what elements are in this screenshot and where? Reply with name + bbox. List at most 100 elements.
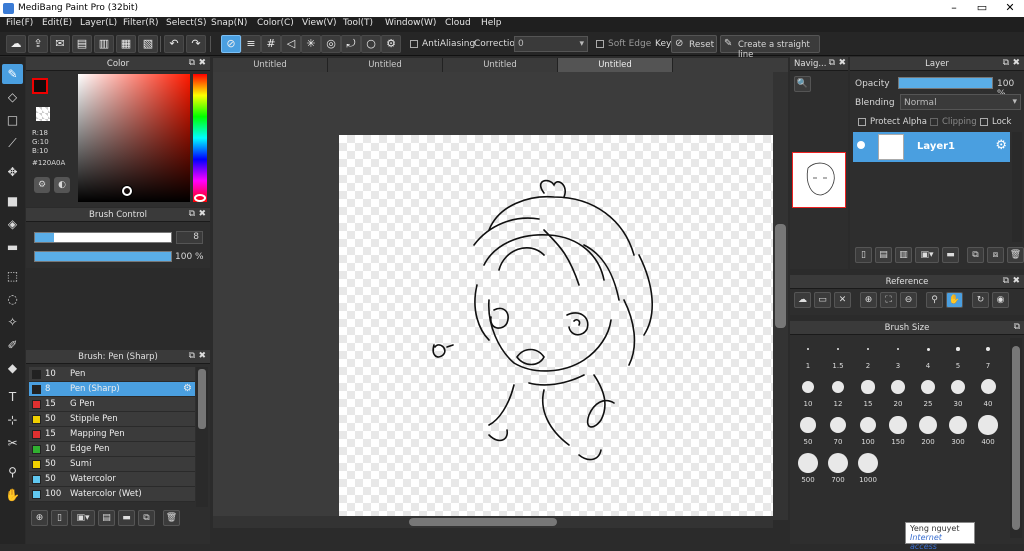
scrollbar-thumb[interactable] [198,369,206,429]
scrollbar-thumb[interactable] [775,224,786,328]
merge-layer-icon[interactable]: ⧈ [987,247,1004,263]
drawing-canvas[interactable] [339,135,773,519]
new-layer-icon[interactable]: ▯ [855,247,872,263]
hand-icon[interactable]: ✋ [946,292,963,308]
create-straight-line-button[interactable]: ✎ Create a straight line [720,35,820,60]
tab-document-2[interactable]: Untitled [328,58,443,72]
close-icon[interactable]: ✖ [838,58,846,68]
brush-size-scrollbar[interactable] [1010,338,1022,538]
curve-snap-icon[interactable]: ⤾ [341,35,361,53]
brush-size-preset[interactable]: 500 [794,452,822,486]
brush-size-preset[interactable]: 1000 [854,452,882,486]
brush-size-preset[interactable]: 20 [884,376,912,410]
brush-list-item[interactable]: 50 Watercolor [29,472,195,487]
tab-document-3[interactable]: Untitled [443,58,558,72]
brush-list-scrollbar[interactable] [196,367,208,507]
duplicate-layer-icon[interactable]: ⧉ [967,247,984,263]
menu-layer[interactable]: Layer(L) [80,18,117,28]
brush-opacity-slider[interactable] [34,251,172,262]
divide-tool-icon[interactable]: ✂ [2,433,23,453]
brush-size-preset[interactable]: 70 [824,414,852,448]
background-color-swatch[interactable] [36,107,50,121]
detach-icon[interactable]: ⧉ [189,351,195,361]
brush-size-preset[interactable]: 1.5 [824,338,852,372]
menu-snap[interactable]: Snap(N) [211,18,247,28]
brush-size-preset[interactable]: 7 [974,338,1002,372]
select-tool-icon[interactable]: ⬚ [2,266,23,286]
menu-window[interactable]: Window(W) [385,18,436,28]
select-eraser-icon[interactable]: ◆ [2,358,23,378]
tab-document-4[interactable]: Untitled [558,58,673,72]
minimize-button[interactable]: – [940,0,968,17]
redo-icon[interactable]: ↷ [186,35,206,53]
menu-filter[interactable]: Filter(R) [123,18,159,28]
brush-size-preset[interactable]: 300 [944,414,972,448]
lock-checkbox[interactable] [980,118,988,126]
layer-item[interactable]: Layer1 ⚙ [853,132,1010,162]
brush-list-item[interactable]: 15 Mapping Pen [29,427,195,442]
close-icon[interactable]: ✖ [198,58,206,68]
hue-handle[interactable] [194,194,206,202]
detach-icon[interactable]: ⧉ [1003,276,1009,286]
delete-layer-icon[interactable]: 🗑 [1007,247,1024,263]
menu-file[interactable]: File(F) [6,18,33,28]
brush-size-preset[interactable]: 200 [914,414,942,448]
radial-snap-icon[interactable]: ✳ [301,35,321,53]
dot-tool-icon[interactable]: □ [2,110,23,130]
brush-size-preset[interactable]: 50 [794,414,822,448]
brush-size-slider[interactable] [34,232,172,243]
clipping-checkbox[interactable] [930,118,938,126]
scrollbar-thumb[interactable] [1012,346,1020,530]
cloud-icon[interactable]: ☁ [6,35,26,53]
share-icon[interactable]: ⇪ [28,35,48,53]
brush-size-preset[interactable]: 400 [974,414,1002,448]
brush-settings-icon[interactable]: ▤ [98,510,115,526]
navigator-thumbnail[interactable] [792,152,846,208]
new-halftone-layer-icon[interactable]: ▤ [875,247,892,263]
new-brush-icon[interactable]: ▯ [51,510,68,526]
layer-settings-icon[interactable]: ⚙ [995,138,1007,153]
eyedropper-icon[interactable]: ⚲ [926,292,943,308]
lasso-tool-icon[interactable]: ◌ [2,289,23,309]
cloud-reference-icon[interactable]: ☁ [794,292,811,308]
reset-button[interactable]: ⊘ Reset [671,35,717,53]
undo-icon[interactable]: ↶ [164,35,184,53]
brush-size-preset[interactable]: 1 [794,338,822,372]
brush-tool-icon[interactable]: ✎ [2,64,23,84]
fill-tool-icon[interactable]: ◈ [2,214,23,234]
soft-edge-checkbox[interactable] [596,40,604,48]
close-icon[interactable]: ✖ [1012,58,1020,68]
brush-list-item[interactable]: 10 Pen [29,367,195,382]
tab-document-1[interactable]: Untitled [213,58,328,72]
color-picker-cursor[interactable] [122,186,132,196]
open-folder-icon[interactable]: ▭ [814,292,831,308]
close-icon[interactable]: ✖ [1012,276,1020,286]
hand-tool-icon[interactable]: ✋ [2,485,23,505]
move-tool-icon[interactable]: ✥ [2,162,23,182]
menu-help[interactable]: Help [481,18,502,28]
brush-size-preset[interactable]: 40 [974,376,1002,410]
cross-snap-icon[interactable]: # [261,35,281,53]
brush-list-item[interactable]: 50 Stipple Pen [29,412,195,427]
detach-icon[interactable]: ⧉ [829,58,835,68]
brush-size-preset[interactable]: 12 [824,376,852,410]
palette-icon[interactable]: ⚙ [34,177,50,193]
brush-list-item[interactable]: 8 Pen (Sharp) ⚙ [29,382,195,397]
blending-select[interactable]: Normal ▾ [900,94,1021,110]
brush-size-input[interactable]: 8 [176,231,203,244]
page-settings-icon[interactable]: ▧ [138,35,158,53]
layer-menu-icon[interactable]: ▣▾ [915,247,939,263]
close-icon[interactable]: ✖ [198,209,206,219]
brush-size-preset[interactable]: 10 [794,376,822,410]
fit-icon[interactable]: ⛶ [880,292,897,308]
gradient-tool-icon[interactable]: ▬ [2,237,23,257]
detach-icon[interactable]: ⧉ [189,58,195,68]
canvas-horizontal-scrollbar[interactable] [213,516,773,528]
zoom-icon[interactable]: 🔍 [794,76,811,92]
menu-tool[interactable]: Tool(T) [343,18,373,28]
brush-size-preset[interactable]: 2 [854,338,882,372]
new-8bit-layer-icon[interactable]: ▥ [895,247,912,263]
blur-tool-icon[interactable]: ⟋ [2,133,23,153]
antialiasing-checkbox[interactable] [410,40,418,48]
brush-size-preset[interactable]: 25 [914,376,942,410]
